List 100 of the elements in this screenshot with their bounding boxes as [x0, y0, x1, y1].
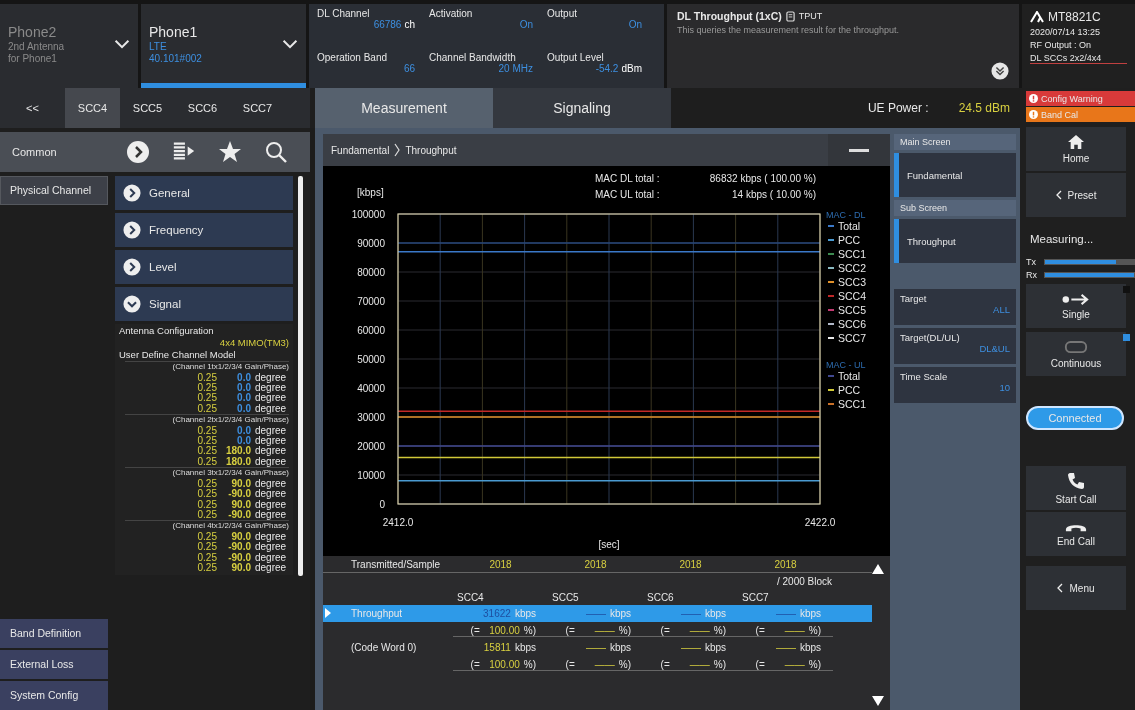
phase-value[interactable]: -90.0 — [228, 509, 251, 521]
total-label: MAC UL total : — [595, 189, 660, 200]
carrier-tab[interactable]: SCC4 — [65, 88, 120, 128]
legend-title: MAC - UL — [826, 360, 866, 370]
home-button[interactable]: Home — [1026, 127, 1126, 171]
phase-value[interactable]: 0.0 — [237, 393, 251, 404]
alert-badge[interactable]: Config Warning — [1026, 91, 1135, 106]
phase-value[interactable]: 0.0 — [237, 372, 251, 383]
preset-button[interactable]: Preset — [1026, 173, 1126, 217]
phase-unit: degree — [255, 425, 288, 437]
phase-value[interactable]: 180.0 — [225, 456, 251, 468]
table-cell-text: 2018 — [583, 558, 608, 570]
gain-value[interactable]: 0.25 — [197, 425, 217, 437]
gain-value[interactable]: 0.25 — [197, 499, 217, 510]
menu-button[interactable]: Menu — [1026, 566, 1126, 610]
scrollbar[interactable] — [298, 176, 303, 576]
main-tab[interactable]: Signaling — [493, 88, 671, 128]
phase-value[interactable]: 90.0 — [231, 563, 251, 574]
phone-name: Phone2 — [8, 23, 58, 40]
chevron-down-icon[interactable] — [114, 38, 130, 49]
star-icon[interactable] — [218, 140, 242, 164]
alert-text: Band Cal — [1041, 109, 1079, 120]
gain-value[interactable]: 0.25 — [197, 552, 217, 564]
setting-field[interactable]: Target(DL/UL) DL&UL — [894, 328, 1016, 364]
legend-title: MAC - DL — [826, 210, 866, 220]
table-cell-text: 2018 — [678, 558, 703, 570]
breadcrumb-item[interactable]: Fundamental — [331, 144, 390, 156]
table-cell-text: 2018 — [488, 558, 513, 570]
chevron-down-icon[interactable] — [282, 38, 298, 49]
section-header[interactable]: General — [115, 176, 293, 210]
nav-item[interactable]: External Loss — [0, 649, 108, 679]
phase-value[interactable]: 0.0 — [237, 403, 251, 415]
phase-value[interactable]: -90.0 — [228, 552, 251, 564]
home-icon — [1067, 134, 1085, 150]
meter-label: Tx — [1026, 257, 1037, 267]
gain-value[interactable]: 0.25 — [197, 403, 217, 415]
phase-value[interactable]: 90.0 — [231, 478, 251, 490]
column-header: SCC6 — [646, 591, 675, 603]
gain-value[interactable]: 0.25 — [197, 531, 217, 543]
scroll-down-icon[interactable] — [872, 696, 884, 706]
table-cell-text: —— — [679, 642, 701, 653]
phase-unit: degree — [255, 552, 288, 564]
setting-field[interactable]: Target ALL — [894, 289, 1016, 325]
alert-icon — [1029, 94, 1038, 103]
minimize-button[interactable] — [828, 134, 890, 166]
phase-value[interactable]: 90.0 — [231, 531, 251, 543]
section-header[interactable]: Frequency — [115, 213, 293, 247]
phase-value[interactable]: 90.0 — [231, 499, 251, 510]
gain-value[interactable]: 0.25 — [197, 456, 217, 468]
gain-value[interactable]: 0.25 — [197, 382, 217, 394]
screen-option[interactable]: Fundamental — [894, 153, 1016, 197]
call-button[interactable]: End Call — [1026, 512, 1126, 556]
phase-value[interactable]: 0.0 — [237, 425, 251, 437]
breadcrumb-item[interactable]: Throughput — [405, 144, 457, 156]
section-header[interactable]: Signal — [115, 287, 293, 321]
result-row[interactable]: (Code Word 0) 15811 kbps —— kbps —— kbps —— kbps — [323, 639, 872, 656]
rf-output-status: RF Output : On — [1030, 40, 1093, 50]
table-cell-text: —— — [584, 608, 606, 619]
nav-item[interactable]: Physical Channel — [0, 176, 108, 206]
setting-field[interactable]: Time Scale 10 — [894, 367, 1016, 403]
gain-value[interactable]: 0.25 — [197, 446, 217, 457]
date-time: 2020/07/14 13:25 — [1030, 27, 1102, 37]
total-label: MAC DL total : — [595, 173, 660, 184]
y-tick-label: 40000 — [357, 383, 385, 394]
scroll-up-icon[interactable] — [872, 564, 884, 574]
screen-option[interactable]: Throughput — [894, 219, 1016, 263]
gain-value[interactable]: 0.25 — [197, 489, 217, 500]
setting-label: Antenna Configuration — [119, 325, 215, 337]
nav-item[interactable]: System Config — [0, 680, 108, 710]
chevron-circle-icon[interactable] — [126, 140, 150, 164]
gain-value[interactable]: 0.25 — [197, 563, 217, 574]
phase-value[interactable]: -90.0 — [228, 542, 251, 553]
legend-entry: PCC — [827, 384, 861, 396]
phase-value[interactable]: -90.0 — [228, 489, 251, 500]
section-header[interactable]: Level — [115, 250, 293, 284]
call-button[interactable]: Start Call — [1026, 466, 1126, 510]
result-row[interactable]: (= 100.00 %) (= —— %) (= —— %) (= —— %) — [323, 656, 872, 673]
phase-value[interactable]: 0.0 — [237, 382, 251, 394]
phase-value[interactable]: 0.0 — [237, 436, 251, 447]
main-tab[interactable]: Measurement — [315, 88, 493, 128]
phone-selector[interactable]: Phone1 LTE 40.101#002 — [141, 4, 306, 88]
gain-value[interactable]: 0.25 — [197, 509, 217, 521]
gain-value[interactable]: 0.25 — [197, 542, 217, 553]
gain-value[interactable]: 0.25 — [197, 393, 217, 404]
gain-value[interactable]: 0.25 — [197, 372, 217, 383]
gain-value[interactable]: 0.25 — [197, 478, 217, 490]
table-cell-text: 31622 — [482, 608, 511, 619]
expand-icon[interactable] — [991, 62, 1009, 80]
result-row[interactable]: (= 100.00 %) (= —— %) (= —— %) (= —— %) — [323, 622, 872, 639]
prefix-label: (= — [755, 624, 765, 636]
search-icon[interactable] — [264, 140, 288, 164]
nav-item[interactable]: Band Definition — [0, 618, 108, 648]
setting-label: Target(DL/UL) — [900, 332, 961, 343]
phone-selector[interactable]: Phone2 2nd Antenna for Phone1 — [0, 4, 138, 88]
legend-entry: SCC2 — [827, 262, 866, 274]
antenna-configuration-value[interactable]: 4x4 MIMO(TM3) — [219, 337, 289, 349]
gain-value[interactable]: 0.25 — [197, 436, 217, 447]
phase-value[interactable]: 180.0 — [225, 446, 251, 457]
unit-label: %) — [713, 658, 726, 670]
row-pointer-icon — [325, 608, 331, 618]
